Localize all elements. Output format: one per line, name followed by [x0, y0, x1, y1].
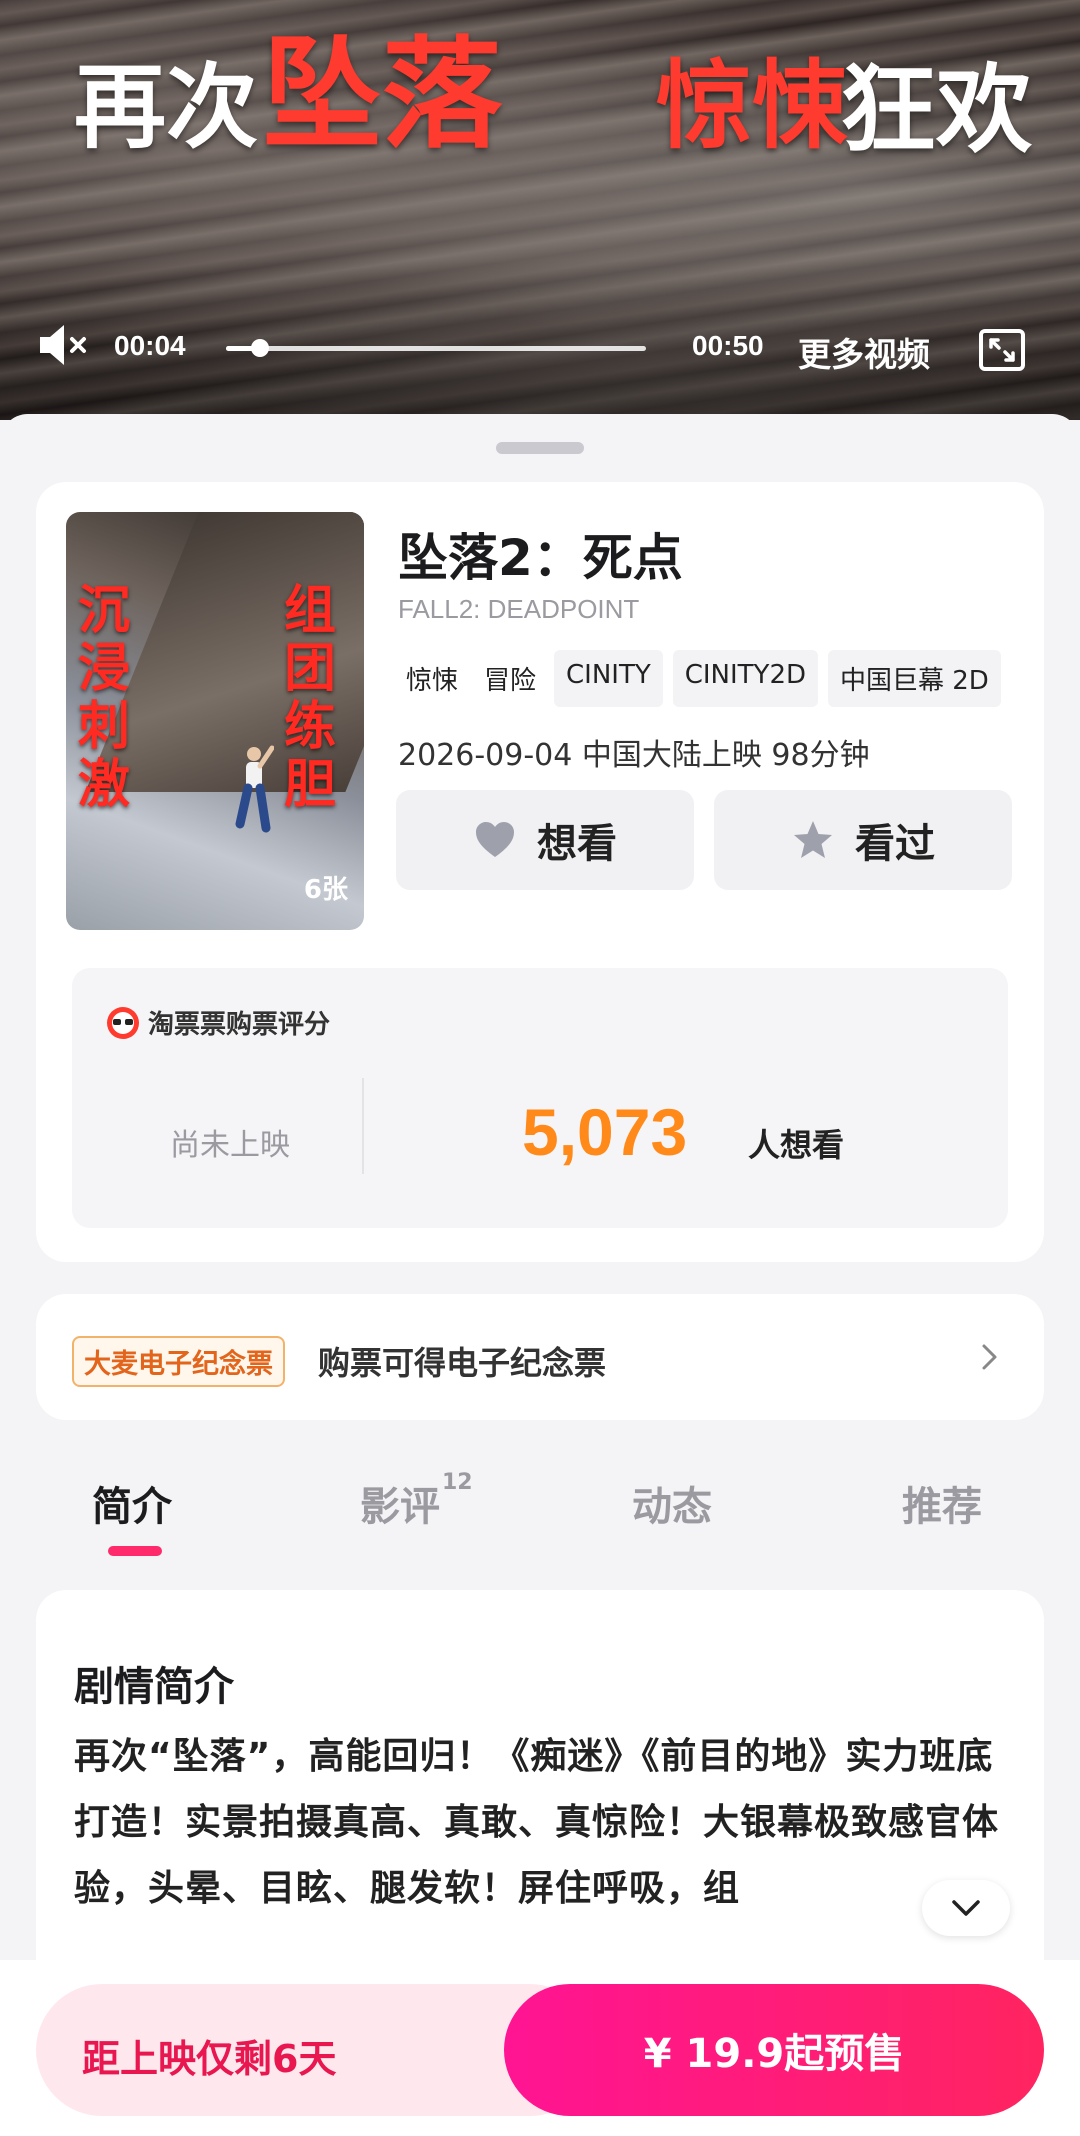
- detail-sheet: 沉浸刺激 组团练胆 6张 坠落2：死点 FALL2: DEADPOINT 惊悚冒…: [0, 414, 1080, 2136]
- want-count: 5,073: [522, 1095, 688, 1169]
- movie-poster[interactable]: 沉浸刺激 组团练胆 6张: [66, 512, 364, 930]
- poster-image-count: 6张: [303, 875, 348, 905]
- bottom-action-bar: 距上映仅剩6天 ¥ 19.9起预售: [0, 1960, 1080, 2136]
- banner-word-3: 惊悚: [656, 50, 848, 162]
- movie-tags: 惊悚 冒险 CINITY CINITY2D 中国巨幕 2D: [398, 650, 1001, 707]
- tab-updates[interactable]: 动态: [632, 1474, 712, 1532]
- tab-recommend-label: 推荐: [902, 1484, 982, 1530]
- seen-button-label: 看过: [855, 821, 935, 867]
- expand-synopsis-button[interactable]: [922, 1880, 1010, 1936]
- want-to-see-button[interactable]: 想看: [396, 790, 694, 890]
- progress-bar[interactable]: [226, 339, 646, 357]
- sheet-grabber[interactable]: [496, 442, 584, 454]
- movie-english-title: FALL2: DEADPOINT: [398, 594, 640, 624]
- movie-tag: CINITY: [554, 650, 663, 707]
- rating-box: 淘票票购票评分 尚未上映 5,073 人想看: [72, 968, 1008, 1228]
- tab-reviews-label: 影评: [360, 1484, 440, 1530]
- chevron-right-icon: [982, 1344, 997, 1370]
- star-icon: [794, 821, 832, 858]
- movie-tag: CINITY2D: [672, 650, 818, 707]
- synopsis-title: 剧情简介: [74, 1664, 234, 1710]
- current-time: 00:04: [114, 330, 186, 361]
- more-videos-button[interactable]: 更多视频: [798, 328, 930, 376]
- chevron-down-icon: [952, 1900, 980, 1916]
- progress-knob[interactable]: [250, 339, 269, 357]
- fullscreen-icon[interactable]: [978, 328, 1026, 372]
- movie-tag: 惊悚: [406, 666, 459, 696]
- presale-button[interactable]: ¥ 19.9起预售: [504, 1984, 1044, 2116]
- countdown-label: 距上映仅剩6天: [82, 2037, 337, 2081]
- heart-icon: [476, 822, 514, 857]
- release-info: 2026-09-04 中国大陆上映 98分钟: [398, 738, 870, 773]
- taopiaopiao-logo-icon: [107, 1006, 139, 1039]
- movie-tag: 冒险: [484, 666, 537, 696]
- want-button-label: 想看: [537, 821, 617, 867]
- tab-reviews-count: 12: [442, 1470, 473, 1495]
- want-count-suffix: 人想看: [748, 1126, 845, 1164]
- active-tab-indicator: [108, 1546, 162, 1556]
- tab-recommend[interactable]: 推荐: [902, 1474, 982, 1532]
- banner-word-4: 狂欢: [840, 54, 1032, 166]
- banner-word-1: 再次: [74, 54, 259, 161]
- souvenir-text: 购票可得电子纪念票: [318, 1344, 607, 1382]
- rating-source-label: 淘票票购票评分: [148, 1010, 331, 1040]
- poster-left-text: 沉浸刺激: [77, 581, 130, 815]
- presale-label: ¥ 19.9起预售: [643, 2031, 905, 2077]
- rating-status: 尚未上映: [170, 1128, 290, 1163]
- synopsis-body: 再次“坠落”，高能回归！《痴迷》《前目的地》实力班底打造！实景拍摄真高、真敢、真…: [74, 1736, 1000, 1909]
- souvenir-badge: 大麦电子纪念票: [72, 1336, 285, 1387]
- duration: 00:50: [692, 330, 764, 361]
- video-player[interactable]: 再次 坠落 惊悚 狂欢 00:04 00:50 更多视频: [0, 0, 1080, 420]
- rating-divider: [362, 1078, 364, 1174]
- poster-right-text: 组团练胆: [283, 581, 336, 815]
- movie-info-card: 沉浸刺激 组团练胆 6张 坠落2：死点 FALL2: DEADPOINT 惊悚冒…: [36, 482, 1044, 1262]
- seen-button[interactable]: 看过: [714, 790, 1012, 890]
- movie-title: 坠落2：死点: [398, 529, 683, 587]
- tab-reviews[interactable]: 影评12: [360, 1470, 473, 1532]
- poster-climber-image: [235, 745, 274, 833]
- tab-updates-label: 动态: [632, 1484, 712, 1530]
- souvenir-ticket-row[interactable]: 大麦电子纪念票 购票可得电子纪念票: [36, 1294, 1044, 1420]
- mute-icon[interactable]: [38, 322, 90, 368]
- rating-source: 淘票票购票评分: [106, 1004, 330, 1041]
- banner-word-2: 坠落: [262, 26, 502, 165]
- tab-intro[interactable]: 简介: [92, 1474, 172, 1532]
- movie-tag: 中国巨幕 2D: [828, 650, 1001, 707]
- tab-intro-label: 简介: [92, 1484, 172, 1530]
